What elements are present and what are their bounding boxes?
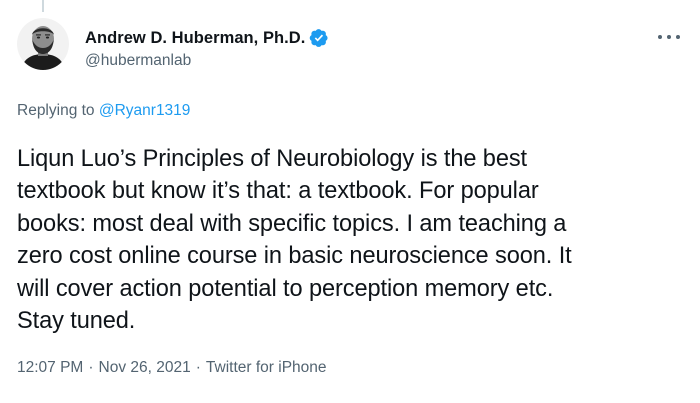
thread-connector-line: [42, 0, 44, 12]
more-dot: [667, 35, 671, 39]
reply-mention-link[interactable]: @Ryanr1319: [99, 102, 191, 119]
profile-photo-icon: [17, 18, 69, 70]
author-info: Andrew D. Huberman, Ph.D. @hubermanlab: [85, 27, 329, 70]
more-dot: [658, 35, 662, 39]
tweet-text-line: textbook but know it’s that: a textbook.…: [17, 178, 539, 205]
tweet-card: Andrew D. Huberman, Ph.D. @hubermanlab R…: [0, 0, 700, 403]
tweet-text-line: zero cost online course in basic neurosc…: [17, 243, 572, 270]
replying-to-label: Replying to: [17, 102, 95, 119]
meta-separator: ·: [195, 359, 201, 376]
display-name[interactable]: Andrew D. Huberman, Ph.D.: [85, 29, 305, 48]
handle[interactable]: @hubermanlab: [85, 52, 329, 70]
avatar[interactable]: [17, 18, 69, 70]
tweet-text-line: Stay tuned.: [17, 308, 136, 335]
verified-badge-icon: [309, 28, 329, 48]
name-row: Andrew D. Huberman, Ph.D.: [85, 27, 329, 49]
tweet-source-link[interactable]: Twitter for iPhone: [206, 359, 327, 377]
tweet-metadata: 12:07 PM · Nov 26, 2021 · Twitter for iP…: [17, 359, 327, 377]
tweet-text-line: books: most deal with specific topics. I…: [17, 210, 567, 237]
tweet-text-line: Liqun Luo’s Principles of Neurobiology i…: [17, 146, 528, 172]
meta-separator: ·: [88, 359, 94, 376]
more-options-icon[interactable]: [658, 30, 680, 44]
tweet-date-link[interactable]: Nov 26, 2021: [99, 359, 191, 377]
tweet-text: Liqun Luo’s Principles of Neurobiology i…: [17, 143, 687, 337]
tweet-text-line: will cover action potential to perceptio…: [17, 275, 554, 302]
tweet-time-link[interactable]: 12:07 PM: [17, 359, 83, 377]
more-dot: [676, 35, 680, 39]
replying-to: Replying to @Ryanr1319: [17, 102, 190, 120]
